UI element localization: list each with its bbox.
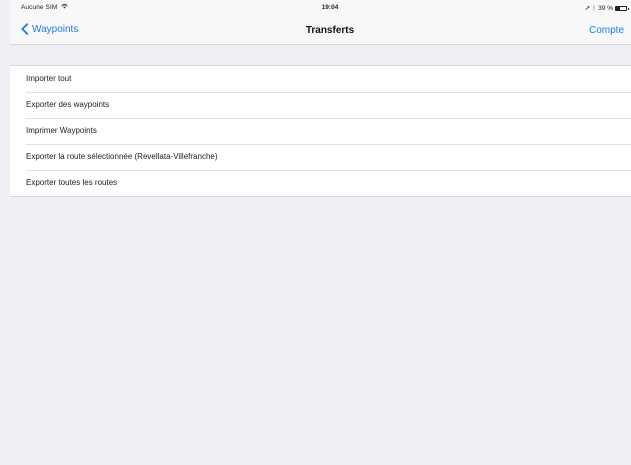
location-icon: ➚ <box>584 5 591 12</box>
battery-percent: 39 % <box>598 4 613 12</box>
back-button-label: Waypoints <box>32 23 79 35</box>
carrier-label: Aucune SIM <box>21 4 58 11</box>
list-item-export-waypoints[interactable]: Exporter des waypoints <box>10 92 631 118</box>
page: Aucune SIM 19:04 ➚ ᛒ 39 % Waypoints Tran… <box>10 0 631 465</box>
chevron-left-icon <box>21 23 29 35</box>
list-item-import-all[interactable]: Importer tout <box>10 66 631 92</box>
top-chrome: Aucune SIM 19:04 ➚ ᛒ 39 % Waypoints Tran… <box>10 0 631 45</box>
status-bar: Aucune SIM 19:04 ➚ ᛒ 39 % <box>10 0 631 16</box>
battery-fill <box>616 6 620 10</box>
back-button[interactable]: Waypoints <box>20 23 78 35</box>
account-button[interactable]: Compte <box>589 25 624 36</box>
list-item-print-waypoints[interactable]: Imprimer Waypoints <box>10 118 631 144</box>
bluetooth-icon: ᛒ <box>592 4 597 12</box>
transfer-options-list: Importer tout Exporter des waypoints Imp… <box>10 65 631 197</box>
nav-bar: Waypoints Transferts Compte <box>10 16 631 44</box>
list-item-export-all-routes[interactable]: Exporter toutes les routes <box>10 170 631 196</box>
status-carrier: Aucune SIM <box>21 4 69 11</box>
page-title: Transferts <box>305 25 355 36</box>
status-right: ➚ ᛒ 39 % <box>584 4 629 12</box>
wifi-icon <box>61 4 69 9</box>
list-item-export-selected-route[interactable]: Exporter la route sélectionnée (Revellat… <box>10 144 631 170</box>
battery-icon <box>615 5 629 11</box>
status-time: 19:04 <box>321 4 339 11</box>
